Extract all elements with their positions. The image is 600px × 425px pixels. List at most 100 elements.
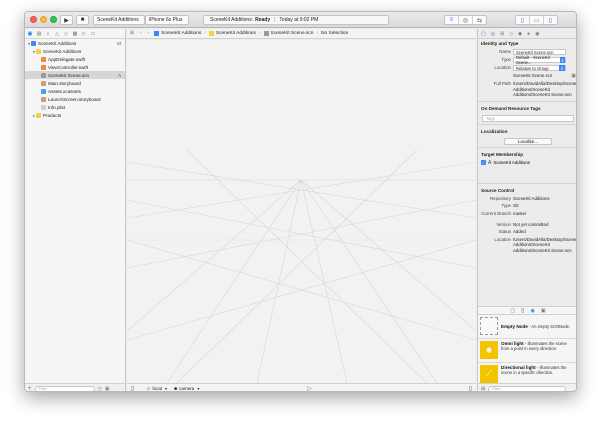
standard-editor-icon[interactable]: ≡	[445, 16, 459, 24]
tree-row-file[interactable]: Info.plist	[25, 103, 125, 111]
disclosure-open-icon[interactable]: ▾	[33, 49, 35, 54]
quick-help-icon[interactable]: ◎	[491, 31, 495, 37]
grid-view-icon[interactable]: ⊞	[481, 386, 485, 392]
file-inspector-icon[interactable]: ▢	[481, 31, 486, 37]
space-selector[interactable]: local	[153, 386, 162, 391]
disclosure-open-icon[interactable]: ▾	[28, 41, 30, 46]
debug-icon[interactable]: ▦	[72, 31, 78, 37]
warning-icon[interactable]: △	[54, 31, 60, 37]
folder-icon[interactable]: ▣	[27, 31, 33, 37]
search-icon[interactable]: ⌕	[45, 31, 51, 37]
minimize-window-button[interactable]	[40, 16, 47, 23]
navigator-tabs: ▣ ▤ ⌕ △ ◇ ▦ ▷ ▭	[25, 29, 125, 39]
disclosure-closed-icon[interactable]: ▸	[33, 113, 35, 118]
identity-section-title: Identity and Type	[481, 41, 519, 46]
tree-row-file[interactable]: Assets.xcassets	[25, 87, 125, 95]
zoom-window-button[interactable]	[50, 16, 57, 23]
status-row: Status Added	[498, 229, 526, 235]
node-inspector-icon[interactable]: ◇	[509, 31, 513, 37]
breadcrumb-selection[interactable]: No Selection	[319, 31, 350, 36]
run-button[interactable]: ▶	[60, 15, 73, 25]
target-membership-checkbox[interactable]: ✓ A SceneKit Additions	[478, 159, 576, 167]
type-popup[interactable]: Default - SceneKit Scene... ⇕	[513, 55, 566, 65]
tree-row-file[interactable]: LaunchScreen.storyboard	[25, 95, 125, 103]
fullpath-row: Full Path /Users/DavidAlla/Desktop/Scene…	[478, 80, 576, 99]
recent-filter-icon[interactable]: ◷	[98, 386, 102, 392]
stop-button[interactable]: ■	[76, 15, 89, 25]
related-items-icon[interactable]: ⊞	[127, 31, 137, 36]
activity-viewer: SceneKit Additions: Ready | Today at 9:0…	[203, 15, 389, 25]
forward-icon[interactable]: ›	[145, 31, 153, 36]
library-filter-bar: ⊞ Filter	[478, 383, 576, 392]
breadcrumb-file[interactable]: SceneKit Scene.scn	[262, 31, 316, 36]
attributes-inspector-icon[interactable]: ◆	[518, 31, 522, 37]
tree-row-group[interactable]: ▾ SceneKit Additions	[25, 47, 125, 55]
debug-toggle-icon[interactable]: ▭	[530, 16, 544, 24]
file-template-icon[interactable]: ▢	[510, 308, 515, 314]
swift-file-icon	[41, 56, 46, 62]
library-item-omni-light[interactable]: ✺ Omni light - Illuminates the scene fro…	[478, 339, 576, 363]
localize-button[interactable]: Localize...	[504, 137, 552, 145]
scm-filter-icon[interactable]: ▣	[105, 386, 110, 392]
checkmark-icon: ✓	[481, 160, 486, 166]
library-filter-input[interactable]: Filter	[488, 385, 567, 391]
file-label: Main.storyboard	[48, 80, 81, 86]
device-selector[interactable]: iPhone 6s Plus	[145, 15, 189, 25]
location-file: SceneKit Scene.scn	[513, 73, 553, 78]
breakpoint-icon[interactable]: ▷	[81, 31, 87, 37]
view-toggle-control[interactable]: ▯ ▭ ▯	[515, 15, 558, 25]
tree-row-file[interactable]: AppDelegate.swift	[25, 55, 125, 63]
identity-inspector-icon[interactable]: ⊞	[500, 31, 504, 37]
file-label: Assets.xcassets	[48, 88, 81, 94]
chevron-down-icon: ▾	[164, 386, 167, 391]
folder-icon	[208, 31, 214, 36]
group-label: SceneKit Additions	[43, 48, 82, 54]
play-scene-icon[interactable]: ▷	[307, 385, 312, 391]
utilities-toggle-icon[interactable]: ▯	[544, 16, 557, 24]
tags-input[interactable]: Tags	[482, 114, 574, 122]
plist-file-icon	[41, 104, 46, 110]
camera-selector[interactable]: camera	[179, 386, 194, 391]
xcode-window: ▶ ■ SceneKit Additions iPhone 6s Plus Sc…	[24, 11, 577, 392]
toolbar: ▶ ■ SceneKit Additions iPhone 6s Plus Sc…	[25, 12, 576, 28]
utilities-toggle-icon[interactable]: ▯	[469, 385, 472, 391]
version-editor-icon[interactable]: ⇆	[473, 16, 486, 24]
close-window-button[interactable]	[30, 16, 37, 23]
odr-section-title: On Demand Resource Tags	[481, 105, 541, 111]
object-library-icon[interactable]: ◉	[530, 308, 534, 314]
symbol-icon[interactable]: ▤	[36, 31, 42, 37]
project-label: SceneKit Additions	[38, 40, 77, 46]
breadcrumb-group[interactable]: SceneKit Additions	[207, 31, 258, 36]
editor-mode-control[interactable]: ≡ ◎ ⇆	[444, 15, 487, 25]
tree-row-file[interactable]: Main.storyboard	[25, 79, 125, 87]
scheme-selector[interactable]: SceneKit Additions	[93, 15, 145, 25]
back-icon[interactable]: ‹	[137, 31, 145, 36]
chevron-down-icon: ▾	[197, 386, 200, 391]
add-icon[interactable]: +	[28, 386, 32, 392]
material-inspector-icon[interactable]: ●	[527, 31, 530, 37]
code-snippet-icon[interactable]: {}	[521, 308, 524, 314]
empty-node-icon	[480, 317, 498, 335]
file-label: AppDelegate.swift	[48, 56, 86, 62]
physics-inspector-icon[interactable]: ◉	[535, 31, 539, 37]
location-popup[interactable]: Relative to Group ⇕	[513, 65, 566, 71]
media-library-icon[interactable]: ▣	[541, 308, 546, 314]
breadcrumb-project[interactable]: SceneKit Additions	[152, 31, 203, 36]
report-icon[interactable]: ▭	[90, 31, 96, 37]
tree-row-project[interactable]: ▾ SceneKit Additions M	[25, 39, 125, 47]
directional-light-icon: ⟋	[480, 365, 498, 383]
test-icon[interactable]: ◇	[63, 31, 69, 37]
tree-row-file[interactable]: ViewController.swift	[25, 63, 125, 71]
reveal-folder-icon[interactable]: ▣	[571, 73, 576, 79]
navigator-filter-input[interactable]: Filter	[34, 385, 95, 391]
tree-row-file-selected[interactable]: SceneKit Scene.scn A	[25, 71, 125, 79]
navigator-toggle-icon[interactable]: ▯	[516, 16, 530, 24]
scm-location-row: Location /Users/DavidAlla/Desktop/SceneK…	[494, 236, 577, 253]
scene-file-icon	[263, 31, 269, 36]
jump-bar: ⊞ ‹ › SceneKit Additions › SceneKit Addi…	[127, 29, 476, 39]
tree-row-group[interactable]: ▸ Products	[25, 111, 125, 119]
assistant-editor-icon[interactable]: ◎	[459, 16, 473, 24]
scene-editor-canvas[interactable]	[127, 40, 476, 383]
library-item-empty-node[interactable]: Empty Node - An empty SCNNode.	[478, 315, 576, 339]
outline-toggle-icon[interactable]: ▯	[131, 385, 134, 391]
